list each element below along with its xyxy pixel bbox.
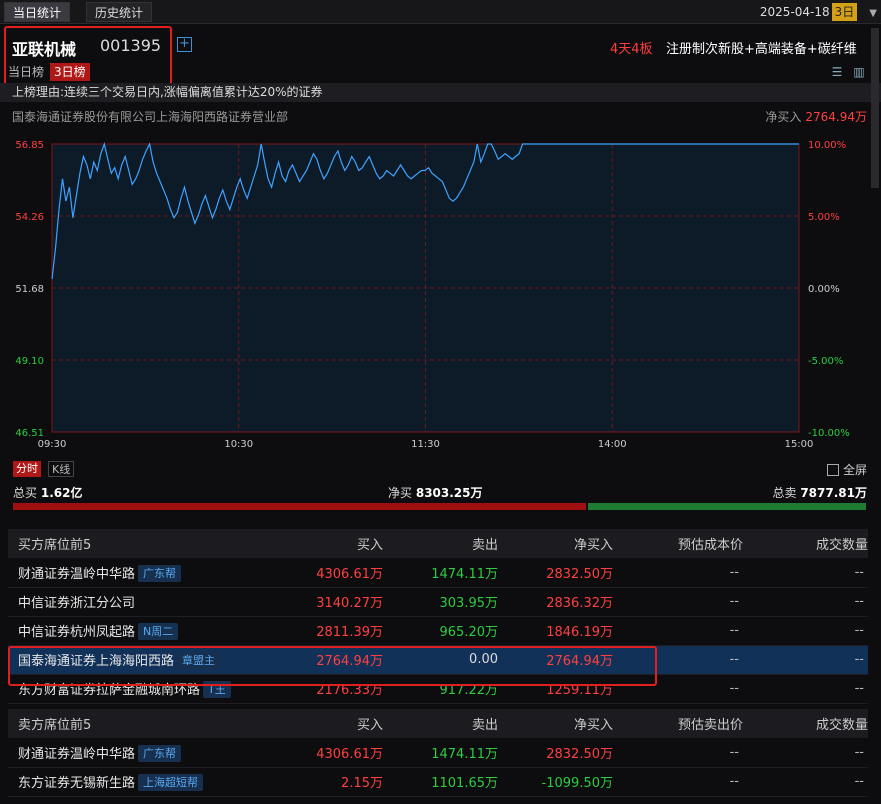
table-row[interactable]: 财通证券温岭中华路 广东帮 4306.61万 1474.11万 2832.50万 -- -- — [8, 738, 868, 768]
concept-tags: 注册制次新股+高端装备+碳纤维 — [666, 42, 857, 57]
y-pct-tick-label: -10.00% — [808, 428, 850, 439]
net-amount: 2832.50万 — [498, 738, 613, 768]
seat-name[interactable]: 财通证券温岭中华路 广东帮 — [8, 738, 298, 768]
volume: -- — [743, 767, 868, 797]
sell-amount: 1101.65万 — [383, 767, 498, 797]
date-value: 2025-04-18 — [759, 5, 830, 19]
est-price: -- — [613, 767, 743, 797]
trader-tag[interactable]: 上海超短帮 — [138, 774, 204, 791]
seat-name[interactable]: 财通证券温岭中华路 广东帮 — [8, 558, 298, 588]
buy-amount: 2811.39万 — [298, 616, 383, 646]
total-buy: 总买 1.62亿 — [13, 486, 83, 500]
sell-seats-table: 卖方席位前5 买入 卖出 净买入 预估卖出价 成交数量 财通证券温岭中华路 广东帮… — [8, 709, 868, 797]
totals-bar: 总买 1.62亿 净买 8303.25万 总卖 7877.81万 — [0, 484, 881, 502]
y-tick-label: 56.85 — [15, 140, 44, 151]
total-sell: 总卖 7877.81万 — [772, 486, 867, 500]
y-tick-label: 49.10 — [15, 356, 44, 367]
table-row[interactable]: 中信证券浙江分公司 3140.27万 303.95万 2836.32万 -- -- — [8, 587, 868, 617]
net-buy-value: 2764.94万 — [805, 110, 867, 124]
list-view-icon[interactable]: ☰ — [828, 64, 846, 80]
volume: -- — [743, 558, 868, 588]
buy-amount: 2.15万 — [298, 767, 383, 797]
net-amount: 2836.32万 — [498, 587, 613, 617]
table-header: 买方席位前5 买入 卖出 净买入 预估成本价 成交数量 — [8, 529, 868, 558]
volume: -- — [743, 738, 868, 768]
y-pct-tick-label: 5.00% — [808, 212, 840, 223]
sell-amount: 1474.11万 — [383, 738, 498, 768]
total-net: 净买 8303.25万 — [388, 486, 483, 500]
bar-chart-icon[interactable]: ▥ — [850, 64, 868, 80]
tab-today-stats[interactable]: 当日统计 — [4, 2, 71, 22]
listing-reason: 上榜理由:连续三个交易日内,涨幅偏离值累计达20%的证券 — [0, 83, 881, 102]
buy-amount: 4306.61万 — [298, 738, 383, 768]
annotation-highlight-box — [4, 26, 172, 88]
seat-name[interactable]: 中信证券杭州凤起路 N周二 — [8, 616, 298, 646]
x-tick-label: 09:30 — [38, 439, 67, 450]
buy-amount: 4306.61万 — [298, 558, 383, 588]
table-row[interactable]: 中信证券杭州凤起路 N周二 2811.39万 965.20万 1846.19万 -- -- — [8, 616, 868, 646]
intraday-chart[interactable]: 56.85 10.00% 54.26 5.00% 51.68 0.00% 49.10 -5.0… — [0, 130, 881, 455]
top-bar: 当日统计 历史统计 2025-04-18 3日 ▼ — [0, 0, 881, 24]
x-axis: 09:30 10:30 11:30 14:00 15:00 — [38, 439, 814, 450]
sell-ratio-bar — [588, 503, 866, 510]
buy-amount: 3140.27万 — [298, 587, 383, 617]
fullscreen-icon — [826, 464, 839, 476]
volume: -- — [743, 645, 868, 675]
sell-amount: 1474.11万 — [383, 558, 498, 588]
tab-history-stats[interactable]: 历史统计 — [86, 2, 153, 22]
net-amount: 1846.19万 — [498, 616, 613, 646]
y-tick-label: 54.26 — [15, 212, 44, 223]
net-amount: -1099.50万 — [498, 767, 613, 797]
scrollbar[interactable] — [871, 28, 879, 188]
est-price: -- — [613, 587, 743, 617]
chevron-down-icon[interactable]: ▼ — [869, 8, 877, 19]
y-tick-label: 46.51 — [15, 428, 44, 439]
annotation-highlight-row — [8, 646, 657, 686]
table-header: 卖方席位前5 买入 卖出 净买入 预估卖出价 成交数量 — [8, 709, 868, 738]
volume: -- — [743, 616, 868, 646]
volume: -- — [743, 587, 868, 617]
tab-intraday[interactable]: 分时 — [13, 461, 41, 477]
date-selector[interactable]: 2025-04-18 3日 ▼ — [760, 3, 877, 21]
table-row[interactable]: 财通证券温岭中华路 广东帮 4306.61万 1474.11万 2832.50万 -- -- — [8, 558, 868, 588]
trader-tag[interactable]: 广东帮 — [138, 564, 182, 582]
x-tick-label: 11:30 — [411, 439, 440, 450]
net-buy-label: 净买入 — [765, 110, 802, 124]
y-pct-tick-label: 0.00% — [808, 284, 840, 295]
sell-amount: 965.20万 — [383, 616, 498, 646]
x-tick-label: 10:30 — [224, 439, 253, 450]
table-row[interactable]: 东方证券无锡新生路 上海超短帮 2.15万 1101.65万 -1099.50万 -- -- — [8, 767, 868, 797]
period-badge: 3日 — [831, 3, 858, 21]
net-amount: 2832.50万 — [498, 558, 613, 588]
trader-tag[interactable]: 广东帮 — [138, 744, 182, 762]
est-price: -- — [613, 738, 743, 768]
y-pct-tick-label: 10.00% — [808, 140, 846, 151]
est-price: -- — [613, 616, 743, 646]
y-pct-tick-label: -5.00% — [808, 356, 843, 367]
sell-amount: 303.95万 — [383, 587, 498, 617]
buy-ratio-bar — [13, 503, 586, 510]
x-tick-label: 15:00 — [785, 439, 814, 450]
broker-net-buy: 净买入 2764.94万 — [765, 108, 867, 125]
fullscreen-button[interactable]: 全屏 — [826, 461, 867, 478]
broker-name: 国泰海通证券股份有限公司上海海阳西路证券营业部 — [12, 110, 289, 124]
tab-kline[interactable]: K线 — [48, 461, 75, 477]
add-watchlist-icon[interactable]: + — [177, 37, 192, 52]
trader-tag[interactable]: N周二 — [138, 623, 179, 640]
seat-name[interactable]: 中信证券浙江分公司 — [8, 587, 298, 617]
volume: -- — [743, 674, 868, 704]
x-tick-label: 14:00 — [598, 439, 627, 450]
limit-up-streak: 4天4板 — [610, 42, 653, 57]
y-tick-label: 51.68 — [15, 284, 44, 295]
est-price: -- — [613, 558, 743, 588]
seat-name[interactable]: 东方证券无锡新生路 上海超短帮 — [8, 767, 298, 797]
